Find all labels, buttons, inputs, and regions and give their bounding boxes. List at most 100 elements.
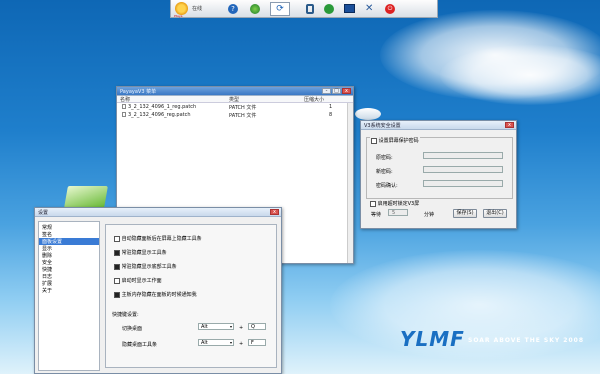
nav-item[interactable]: 安全 <box>39 259 99 266</box>
logo-text: YLMF <box>400 327 465 351</box>
column-type[interactable]: 类型 <box>229 96 304 103</box>
file-size: 1 <box>329 104 333 110</box>
close-button[interactable]: x <box>270 209 279 215</box>
help-icon[interactable]: ? <box>228 3 239 14</box>
password-dialog-titlebar[interactable]: V3系统安全设置 x <box>361 121 516 130</box>
wait-minutes-value: 5 <box>392 210 396 216</box>
option-checkbox[interactable] <box>114 263 120 270</box>
nav-item[interactable]: 签名 <box>39 231 99 238</box>
minutes-label: 分钟 <box>424 212 435 218</box>
wait-label: 等待 <box>371 212 382 218</box>
download-icon[interactable] <box>324 3 335 14</box>
option-row[interactable]: 常驻隐藏显示工具条 <box>114 249 167 256</box>
save-button[interactable]: 保存(S) <box>453 209 477 218</box>
plus-sign: + <box>239 325 244 331</box>
nav-item[interactable]: 日志 <box>39 273 99 280</box>
option-checkbox[interactable] <box>114 291 120 298</box>
option-row[interactable]: 主板内存隐藏在面板的时候通知我 <box>114 291 197 298</box>
hotkey-key-input[interactable]: Q <box>248 323 266 330</box>
enable-password-checkbox[interactable] <box>371 137 377 144</box>
maximize-button[interactable]: □ <box>332 88 341 94</box>
nav-item[interactable]: 删除 <box>39 252 99 259</box>
confirm-password-label: 密码确认: <box>376 183 398 189</box>
option-checkbox[interactable] <box>114 277 120 284</box>
hotkey-modifier-select[interactable]: Alt ▾ <box>198 323 234 330</box>
exit-button[interactable]: 退出(C) <box>483 209 507 218</box>
nav-item[interactable]: 快捷 <box>39 266 99 273</box>
nav-item-selected[interactable]: 面板设置 <box>39 238 99 245</box>
nav-item[interactable]: 关于 <box>39 287 99 294</box>
file-icon <box>122 112 126 117</box>
settings-panel: 自动隐藏面板后在屏幕上隐藏工具条 常驻隐藏显示工具条 常驻隐藏显示底部工具条 启… <box>105 224 277 368</box>
monitor-icon[interactable] <box>344 4 356 13</box>
option-label: 常驻隐藏显示底部工具条 <box>121 264 177 270</box>
settings-window-title: 设置 <box>38 209 49 216</box>
password-dialog: V3系统安全设置 x 设置屏幕保护密码 原密码: 新密码: 密码确认: 启用超时… <box>360 120 517 229</box>
building-decoration <box>64 186 108 208</box>
hotkey-key-value: Q <box>251 324 255 330</box>
new-password-label: 新密码: <box>376 169 393 175</box>
timeout-label: 启用超时锁定V3屏 <box>377 201 420 207</box>
globe-icon[interactable] <box>250 3 261 14</box>
new-password-field[interactable] <box>423 166 503 173</box>
file-name: 3_2_132_4096_reg.patch <box>128 112 191 118</box>
hotkey-modifier-select[interactable]: Alt ▾ <box>198 339 234 346</box>
file-name: 3_2_132_4096_1_reg.patch <box>128 104 197 110</box>
file-icon <box>122 104 126 109</box>
option-row[interactable]: 常驻隐藏显示底部工具条 <box>114 263 177 270</box>
nav-item[interactable]: 显示 <box>39 245 99 252</box>
close-button[interactable]: x <box>342 88 351 94</box>
confirm-password-field[interactable] <box>423 180 503 187</box>
chevron-down-icon: ▾ <box>229 324 232 329</box>
timeout-checkbox[interactable] <box>370 200 376 207</box>
option-label: 启动时显示工作面 <box>121 278 162 284</box>
hotkey-key-input[interactable]: F <box>248 339 266 346</box>
old-password-field[interactable] <box>423 152 503 159</box>
enable-password-label: 设置屏幕保护密码 <box>378 138 419 144</box>
option-checkbox[interactable] <box>114 249 120 256</box>
wait-minutes-input[interactable]: 5 <box>388 209 408 216</box>
file-window-titlebar[interactable]: PayayaV3 菜单 - □ x <box>117 87 353 96</box>
nav-item[interactable]: 扩展 <box>39 280 99 287</box>
option-row[interactable]: 自动隐藏面板后在屏幕上隐藏工具条 <box>114 235 202 242</box>
option-label: 常驻隐藏显示工具条 <box>121 250 167 256</box>
table-row[interactable]: 3_2_132_4096_reg.patch PATCH 文件 8 <box>117 111 353 119</box>
column-header: 名称 类型 压缩大小 <box>117 96 353 103</box>
brand-logo: YLMF SOAR ABOVE THE SKY 2008 <box>400 327 590 353</box>
option-row[interactable]: 启动时显示工作面 <box>114 277 162 284</box>
file-type: PATCH 文件 <box>229 104 257 111</box>
hotkey-modifier-value: Alt <box>201 340 208 346</box>
blimp-decoration <box>355 108 381 120</box>
settings-window: 设置 x 常规 签名 面板设置 显示 删除 安全 快捷 日志 扩展 关于 自动隐… <box>34 207 282 374</box>
nav-item[interactable]: 常规 <box>39 224 99 231</box>
timeout-row[interactable]: 启用超时锁定V3屏 <box>370 200 419 207</box>
option-label: 主板内存隐藏在面板的时候通知我 <box>121 292 197 298</box>
file-window-title: PayayaV3 菜单 <box>120 88 157 95</box>
power-icon[interactable]: ⏻ <box>385 3 396 14</box>
settings-window-titlebar[interactable]: 设置 x <box>35 208 281 217</box>
lock-icon[interactable] <box>306 3 315 14</box>
chevron-down-icon: ▾ <box>229 340 232 345</box>
hotkey-key-value: F <box>251 340 254 346</box>
close-button[interactable]: x <box>505 122 514 128</box>
app-label: 在线 <box>192 6 203 12</box>
file-type: PATCH 文件 <box>229 112 257 119</box>
tools-icon[interactable]: ✕ <box>365 3 375 14</box>
option-label: 自动隐藏面板后在屏幕上隐藏工具条 <box>121 236 202 242</box>
column-name[interactable]: 名称 <box>117 96 229 103</box>
hotkey-header: 快捷键设置: <box>112 312 139 318</box>
old-password-label: 原密码: <box>376 155 393 161</box>
file-size: 8 <box>329 112 333 118</box>
avatar[interactable]: Ptaya <box>174 2 188 18</box>
vertical-scrollbar[interactable] <box>347 103 353 263</box>
slogan-text: SOAR ABOVE THE SKY 2008 <box>468 337 585 344</box>
refresh-icon[interactable]: ⟳ <box>270 1 291 16</box>
hotkey-label: 切换桌面 <box>122 326 143 332</box>
password-dialog-title: V3系统安全设置 <box>364 122 401 129</box>
settings-nav: 常规 签名 面板设置 显示 删除 安全 快捷 日志 扩展 关于 <box>38 221 100 371</box>
enable-password-row[interactable]: 设置屏幕保护密码 <box>370 137 420 144</box>
column-size[interactable]: 压缩大小 <box>304 96 344 103</box>
minimize-button[interactable]: - <box>322 88 331 94</box>
option-checkbox[interactable] <box>114 235 120 242</box>
table-row[interactable]: 3_2_132_4096_1_reg.patch PATCH 文件 1 <box>117 103 353 111</box>
